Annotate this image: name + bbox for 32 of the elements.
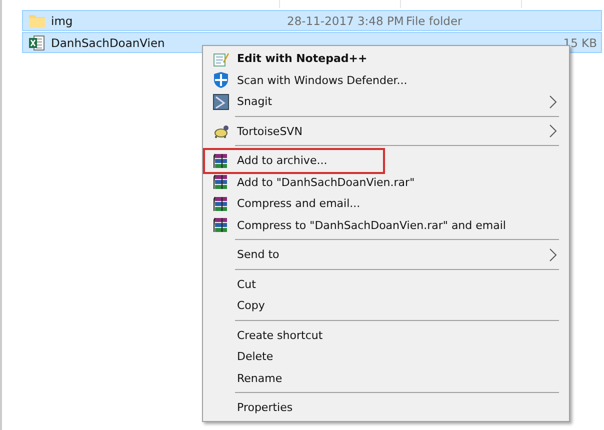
snagit-icon (213, 94, 229, 110)
menu-item[interactable]: Add to archive... (205, 150, 383, 172)
books-icon (213, 217, 229, 234)
file-date: 28-11-2017 3:48 PM (287, 14, 404, 28)
folder-icon (29, 14, 45, 28)
chevron-right-icon (549, 94, 557, 109)
spreadsheet-icon (29, 34, 45, 50)
notepad-icon (213, 50, 229, 67)
menu-item[interactable]: Properties (205, 397, 567, 418)
menu-item[interactable]: Compress to "DanhSachDoanVien.rar" and email (205, 214, 567, 236)
file-name: DanhSachDoanVien (51, 36, 166, 50)
menu-item[interactable]: Rename (205, 368, 567, 389)
file-type: File folder (406, 14, 462, 28)
menu-item[interactable]: Compress and email... (205, 193, 567, 214)
books-icon (213, 174, 229, 190)
menu-item[interactable]: Add to "DanhSachDoanVien.rar" (205, 172, 567, 193)
file-name: img (51, 14, 74, 28)
menu-item[interactable]: Send to (205, 244, 567, 266)
chevron-right-icon (549, 248, 557, 262)
tortoise-icon (213, 123, 229, 140)
books-icon (213, 152, 229, 169)
chevron-right-icon (549, 124, 557, 138)
file-row[interactable]: img 28-11-2017 3:48 PM File folder (22, 10, 602, 31)
menu-item[interactable]: Snagit (205, 91, 567, 112)
menu-item[interactable]: Cut (205, 274, 567, 295)
menu-item[interactable]: Copy (205, 295, 567, 316)
menu-item[interactable]: TortoiseSVN (205, 120, 567, 142)
menu-item[interactable]: Scan with Windows Defender... (205, 70, 567, 91)
shield-icon (213, 72, 229, 88)
books-icon (213, 196, 229, 212)
menu-item[interactable]: Delete (205, 346, 567, 368)
menu-item[interactable]: Create shortcut (205, 324, 567, 346)
